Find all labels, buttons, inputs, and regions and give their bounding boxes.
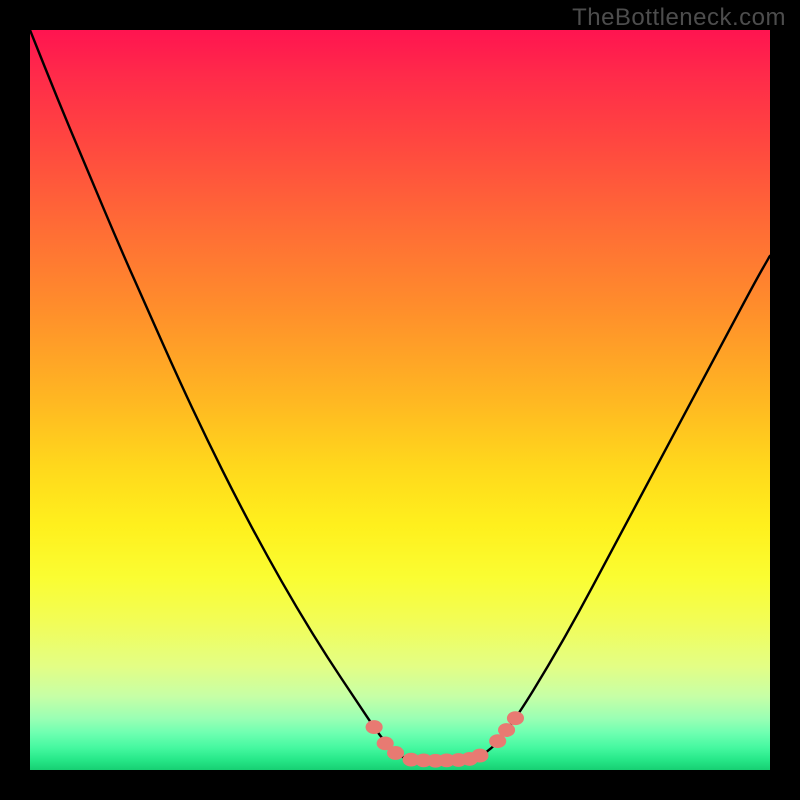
chart-frame: TheBottleneck.com [0,0,800,800]
data-marker [507,711,524,725]
plot-area [30,30,770,770]
watermark-text: TheBottleneck.com [572,4,786,32]
data-marker [471,749,488,763]
left-branch-line [30,30,401,757]
curve-svg [30,30,770,770]
right-branch-line [485,256,770,753]
data-marker [498,723,515,737]
marker-group [366,711,524,767]
data-marker [387,746,404,760]
data-marker [366,720,383,734]
